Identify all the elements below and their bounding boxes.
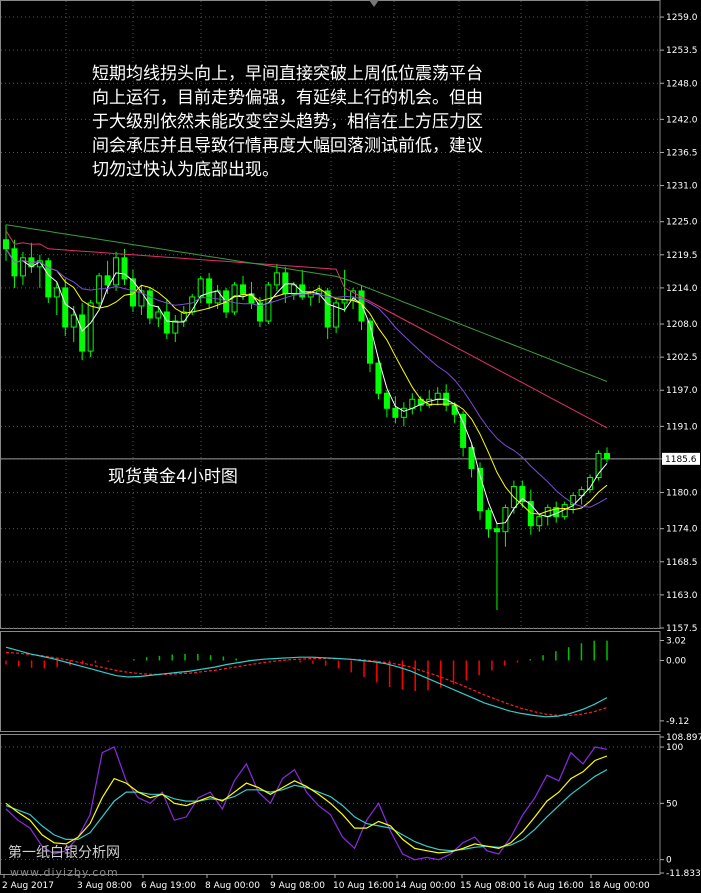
candle-bear <box>493 528 500 533</box>
x-tick-label: 9 Aug 08:00 <box>270 881 325 891</box>
candle-bear <box>299 284 306 298</box>
annotation-text: 短期均线拐头向上，早间直接突破上周低位震荡平台 向上运行，目前走势偏强，有延续上… <box>92 64 483 180</box>
candle-bull <box>172 320 179 334</box>
y-tick-label: 1191.0 <box>666 422 698 432</box>
candle-bear <box>206 278 213 304</box>
x-tick-label: 16 Aug 16:00 <box>523 881 584 891</box>
x-tick-label: 2 Aug 2017 <box>2 881 54 891</box>
candle-bull <box>87 302 94 352</box>
stoch-y-tick-label: 50 <box>666 799 678 809</box>
macd-y-tick-label: 0.00 <box>666 656 686 666</box>
candle-bull <box>273 272 280 286</box>
candle-bear <box>485 510 492 530</box>
y-tick-label: 1197.0 <box>666 386 698 396</box>
x-tick-label: 8 Aug 00:00 <box>205 881 260 891</box>
candle-bear <box>62 287 69 328</box>
y-tick-label: 1236.5 <box>666 148 698 158</box>
x-tick-label: 6 Aug 19:00 <box>141 881 196 891</box>
y-tick-label: 1168.5 <box>666 558 698 568</box>
macd-y-tick-label: 3.02 <box>666 636 686 646</box>
y-tick-label: 1219.5 <box>666 251 698 261</box>
macd-pane-frame <box>0 631 661 732</box>
candle-bear <box>366 320 373 364</box>
x-tick-label: 15 Aug 08:00 <box>460 881 521 891</box>
y-tick-label: 1231.0 <box>666 182 698 192</box>
stoch-y-tick-label: 100 <box>666 743 683 753</box>
watermark-url: www.diyizby.com <box>10 866 119 879</box>
stoch-y-tick-label: 0 <box>666 856 672 866</box>
candle-bear <box>240 284 247 295</box>
candle-bull <box>197 278 204 298</box>
candle-bear <box>3 239 9 250</box>
candle-bear <box>392 407 399 418</box>
y-tick-label: 1253.5 <box>666 46 698 56</box>
y-tick-label: 1214.0 <box>666 284 698 294</box>
y-tick-label: 1259.0 <box>666 13 698 23</box>
stoch-k-line <box>5 755 608 854</box>
current-price-label: 1185.6 <box>665 455 697 465</box>
stoch-y-tick-label: -11.8338 <box>666 869 701 879</box>
candle-bull <box>400 407 407 418</box>
y-tick-label: 1242.0 <box>666 115 698 125</box>
y-tick-label: 1225.0 <box>666 218 698 228</box>
candle-bull <box>53 287 60 298</box>
candle-bear <box>383 392 390 409</box>
x-tick-label: 18 Aug 00:00 <box>589 881 650 891</box>
candle-bull <box>536 516 543 527</box>
candle-bull <box>290 284 297 295</box>
watermark: 第一纸白银分析网 <box>8 845 120 861</box>
candle-bull <box>341 299 348 304</box>
shift-marker-icon <box>369 0 379 7</box>
macd-y-tick-label: -9.12 <box>666 717 689 727</box>
y-tick-label: 1157.5 <box>666 624 698 634</box>
candle-bull <box>113 257 120 286</box>
y-tick-label: 1208.0 <box>666 320 698 330</box>
chart-label: 现货黄金4小时图 <box>108 467 238 487</box>
candle-bear <box>282 272 289 295</box>
x-tick-label: 14 Aug 00:00 <box>395 881 456 891</box>
candle-bear <box>451 404 458 415</box>
y-tick-label: 1180.0 <box>666 489 698 499</box>
candle-bear <box>375 362 382 394</box>
y-tick-label: 1174.0 <box>666 525 698 535</box>
candle-bear <box>104 275 111 286</box>
candle-bear <box>604 452 610 460</box>
candle-bear <box>163 311 170 334</box>
candle-bull <box>70 314 77 328</box>
candle-bull <box>434 392 441 400</box>
candle-bear <box>79 314 86 352</box>
y-tick-label: 1202.5 <box>666 353 698 363</box>
ma-pink-line <box>5 230 608 429</box>
candle-bull <box>155 311 162 319</box>
stoch-y-tick-label: 108.8973 <box>666 733 701 743</box>
x-tick-label: 3 Aug 08:00 <box>77 881 132 891</box>
y-tick-label: 1163.0 <box>666 591 698 601</box>
y-tick-label: 1248.0 <box>666 79 698 89</box>
x-tick-label: 10 Aug 16:00 <box>333 881 394 891</box>
